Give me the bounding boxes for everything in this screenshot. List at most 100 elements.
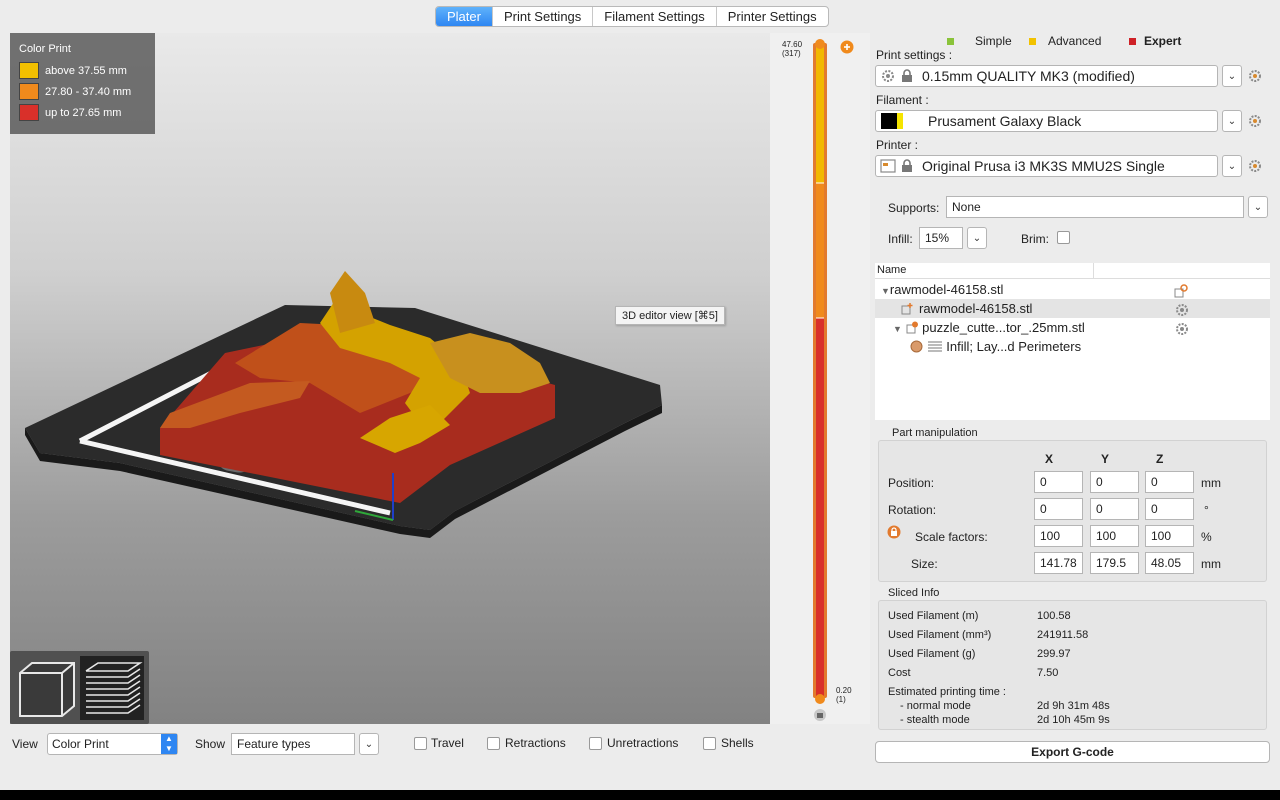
filament-edit-icon[interactable]	[1248, 114, 1262, 128]
position-z-input[interactable]: 0	[1145, 471, 1194, 493]
position-x-input[interactable]: 0	[1034, 471, 1083, 493]
tab-print-settings[interactable]: Print Settings	[493, 7, 594, 26]
scale-label: Scale factors:	[915, 530, 988, 544]
tree-item-modifier[interactable]: ▼ puzzle_cutte...tor_.25mm.stl	[893, 318, 1270, 337]
modifier-icon	[906, 321, 918, 334]
brim-label: Brim:	[1021, 232, 1049, 246]
mode-simple-indicator	[947, 37, 954, 45]
filament-select[interactable]: Prusament Galaxy Black	[875, 110, 1218, 132]
main-tabs: Plater Print Settings Filament Settings …	[435, 6, 829, 27]
stealth-mode-value: 2d 10h 45m 9s	[1037, 714, 1110, 726]
show-label: Show	[195, 737, 226, 751]
expand-triangle-icon[interactable]: ▼	[893, 324, 902, 334]
infill-dropdown[interactable]: ⌄	[967, 227, 987, 249]
printer-select[interactable]: Original Prusa i3 MK3S MMU2S Single	[875, 155, 1218, 177]
color-print-legend: Color Print above 37.55 mm 27.80 - 37.40…	[10, 33, 155, 134]
tab-filament-settings[interactable]: Filament Settings	[593, 7, 717, 26]
scale-y-input[interactable]: 100	[1090, 525, 1139, 547]
layer-slider-area	[770, 33, 870, 724]
used-filament-m-label: Used Filament (m)	[888, 610, 979, 622]
view-toggle	[10, 651, 149, 724]
rotation-unit: °	[1204, 503, 1209, 517]
layer-slider[interactable]	[770, 33, 870, 724]
retractions-checkbox[interactable]	[487, 737, 500, 750]
size-y-input[interactable]: 179.5	[1090, 552, 1139, 574]
slider-top-value: 47.60	[782, 40, 803, 49]
printer-icon	[880, 159, 896, 173]
show-select[interactable]: Feature types	[231, 733, 355, 755]
3d-viewport[interactable]: ↈ	[10, 33, 770, 724]
shells-checkbox[interactable]	[703, 737, 716, 750]
scale-x-input[interactable]: 100	[1034, 525, 1083, 547]
brim-checkbox[interactable]	[1057, 231, 1070, 244]
lock-icon[interactable]	[887, 525, 901, 539]
chevron-down-icon: ⌄	[972, 232, 982, 244]
tab-plater[interactable]: Plater	[436, 7, 493, 26]
slider-bottom-layer: (1)	[836, 695, 846, 704]
sliced-info-panel: Used Filament (m) 100.58 Used Filament (…	[878, 600, 1267, 730]
axis-z-label: Z	[1156, 452, 1164, 466]
lock-icon[interactable]	[814, 709, 826, 721]
legend-swatch	[19, 104, 39, 121]
tree-item-settings[interactable]: Infill; Lay...d Perimeters	[910, 337, 1270, 356]
axis-y-label: Y	[1101, 452, 1110, 466]
gear-icon[interactable]	[1175, 322, 1189, 336]
stealth-mode-label: - stealth mode	[900, 714, 970, 726]
updown-icon: ▲ ▼	[161, 734, 177, 754]
filament-dropdown[interactable]: ⌄	[1222, 110, 1242, 132]
tree-item-object[interactable]: ▼rawmodel-46158.stl	[881, 280, 1270, 299]
object-settings-icon[interactable]	[1174, 284, 1188, 298]
rotation-y-input[interactable]: 0	[1090, 498, 1139, 520]
slider-bottom-thumb	[815, 694, 825, 704]
3d-view-icon[interactable]	[19, 662, 75, 717]
legend-title: Color Print	[19, 43, 71, 55]
supports-label: Supports:	[888, 201, 940, 215]
size-x-input[interactable]: 141.78	[1034, 552, 1083, 574]
printer-dropdown[interactable]: ⌄	[1222, 155, 1242, 177]
gear-icon[interactable]	[1175, 303, 1189, 317]
unretractions-checkbox[interactable]	[589, 737, 602, 750]
object-list-header-name: Name	[877, 264, 907, 276]
view-tooltip: 3D editor view [⌘5]	[615, 306, 725, 325]
print-settings-value: 0.15mm QUALITY MK3 (modified)	[922, 68, 1135, 84]
tab-printer-settings[interactable]: Printer Settings	[717, 7, 828, 26]
tree-item-label: rawmodel-46158.stl	[919, 301, 1033, 316]
used-filament-mm3-label: Used Filament (mm³)	[888, 629, 992, 641]
show-dropdown-button[interactable]: ⌄	[359, 733, 379, 755]
tree-item-part[interactable]: rawmodel-46158.stl	[875, 299, 1270, 318]
view-select[interactable]: Color Print ▲ ▼	[47, 733, 178, 755]
filament-color-swatch-secondary	[897, 113, 903, 129]
infill-select[interactable]: 15%	[919, 227, 963, 249]
shells-label: Shells	[721, 736, 754, 750]
tree-item-label: puzzle_cutte...tor_.25mm.stl	[922, 320, 1085, 335]
position-y-input[interactable]: 0	[1090, 471, 1139, 493]
expand-triangle-icon[interactable]: ▼	[881, 286, 890, 296]
print-settings-edit-icon[interactable]	[1248, 69, 1262, 83]
size-z-input[interactable]: 48.05	[1145, 552, 1194, 574]
mode-expert[interactable]: Expert	[1129, 34, 1181, 48]
right-sidebar: Simple Advanced Expert Print settings : …	[871, 30, 1271, 770]
print-settings-dropdown[interactable]: ⌄	[1222, 65, 1242, 87]
printer-label: Printer :	[876, 138, 919, 152]
travel-checkbox[interactable]	[414, 737, 427, 750]
export-gcode-button[interactable]: Export G-code	[875, 741, 1270, 763]
used-filament-g-label: Used Filament (g)	[888, 648, 976, 660]
rotation-x-input[interactable]: 0	[1034, 498, 1083, 520]
scale-z-input[interactable]: 100	[1145, 525, 1194, 547]
legend-item: up to 27.65 mm	[19, 102, 146, 123]
prusaslicer-window: Plater Print Settings Filament Settings …	[0, 0, 1280, 790]
print-settings-select[interactable]: 0.15mm QUALITY MK3 (modified)	[875, 65, 1218, 87]
status-bar	[0, 776, 1280, 790]
slider-top-label: 47.60 (317)	[782, 40, 802, 58]
printer-edit-icon[interactable]	[1248, 159, 1262, 173]
supports-select[interactable]: None	[946, 196, 1244, 218]
filament-color-swatch	[881, 113, 897, 129]
part-manipulation-panel: X Y Z Position: 0 0 0 mm Rotation: 0 0 0…	[878, 440, 1267, 582]
mode-advanced[interactable]: Advanced	[1029, 34, 1101, 48]
preview-toolbar: View Color Print ▲ ▼ Show Feature types ⌄…	[0, 724, 871, 764]
supports-dropdown[interactable]: ⌄	[1248, 196, 1268, 218]
add-color-change-icon[interactable]	[840, 40, 854, 54]
rotation-z-input[interactable]: 0	[1145, 498, 1194, 520]
preview-layers-icon[interactable]	[80, 656, 144, 720]
mode-simple[interactable]: Simple	[947, 34, 1012, 48]
